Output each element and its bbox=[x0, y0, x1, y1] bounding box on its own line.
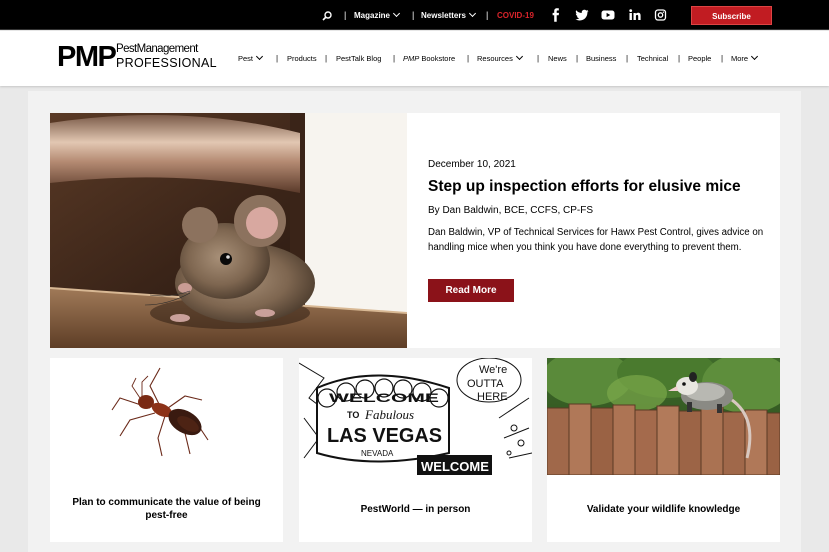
site-header: PMP PestManagement PROFESSIONAL Pest | P… bbox=[0, 31, 829, 86]
sign-las-vegas: LAS VEGAS bbox=[327, 425, 442, 447]
opossum-image bbox=[547, 358, 780, 475]
sign-nevada: NEVADA bbox=[361, 449, 394, 458]
separator: | bbox=[393, 54, 396, 63]
las-vegas-sign-image: We're OUTTA HERE WELCOME TO Fabulous LAS… bbox=[299, 358, 532, 475]
nav-more-label: More bbox=[731, 54, 749, 63]
nav-bookstore-pmp: PMP bbox=[403, 54, 420, 63]
bubble-text-2: OUTTA bbox=[467, 378, 504, 390]
facebook-icon[interactable] bbox=[549, 8, 563, 22]
nav-bookstore-label: Bookstore bbox=[419, 54, 456, 63]
top-bar: | Magazine | Newsletters | COVID-19 Subs… bbox=[0, 0, 829, 30]
article-card[interactable]: Plan to communicate the value of being p… bbox=[50, 358, 283, 542]
card-title[interactable]: PestWorld — in person bbox=[309, 503, 522, 516]
logo-short: PMP bbox=[57, 41, 117, 73]
separator: | bbox=[325, 54, 328, 63]
separator: | bbox=[486, 10, 489, 20]
nav-resources[interactable]: Resources bbox=[477, 52, 523, 64]
card-title[interactable]: Validate your wildlife knowledge bbox=[557, 503, 770, 516]
instagram-icon[interactable] bbox=[654, 8, 668, 22]
nav-business[interactable]: Business bbox=[586, 54, 616, 64]
separator: | bbox=[576, 54, 579, 63]
chevron-down-icon bbox=[751, 52, 759, 61]
article-byline: By Dan Baldwin, BCE, CCFS, CP-FS bbox=[428, 205, 594, 216]
separator: | bbox=[626, 54, 629, 63]
bubble-text-1: We're bbox=[479, 364, 507, 376]
separator: | bbox=[721, 54, 724, 63]
covid-link[interactable]: COVID-19 bbox=[497, 0, 534, 30]
bubble-text-3: HERE bbox=[477, 391, 508, 403]
logo-line2: PROFESSIONAL bbox=[116, 56, 217, 70]
card-title[interactable]: Plan to communicate the value of being p… bbox=[60, 496, 273, 522]
nav-bookstore[interactable]: PMP Bookstore bbox=[403, 54, 455, 64]
mouse-image[interactable] bbox=[50, 113, 407, 348]
nav-more[interactable]: More bbox=[731, 52, 759, 64]
separator: | bbox=[344, 10, 347, 20]
article-title[interactable]: Step up inspection efforts for elusive m… bbox=[428, 178, 741, 196]
newsletters-label: Newsletters bbox=[421, 11, 466, 20]
logo-line1: PestManagement bbox=[116, 43, 198, 55]
twitter-icon[interactable] bbox=[575, 8, 589, 22]
nav-news[interactable]: News bbox=[548, 54, 567, 64]
magazine-label: Magazine bbox=[354, 11, 391, 20]
nav-products[interactable]: Products bbox=[287, 54, 317, 64]
magazine-menu[interactable]: Magazine bbox=[354, 0, 401, 30]
nav-resources-label: Resources bbox=[477, 54, 513, 63]
chevron-down-icon bbox=[468, 9, 476, 18]
read-more-button[interactable]: Read More bbox=[428, 279, 514, 302]
newsletters-menu[interactable]: Newsletters bbox=[421, 0, 476, 30]
separator: | bbox=[537, 54, 540, 63]
nav-pesttalk-blog[interactable]: PestTalk Blog bbox=[336, 54, 381, 64]
nav-pest-label: Pest bbox=[238, 54, 254, 63]
nav-pest[interactable]: Pest bbox=[238, 52, 264, 64]
article-description: Dan Baldwin, VP of Technical Services fo… bbox=[428, 227, 764, 253]
separator: | bbox=[276, 54, 279, 63]
article-card[interactable]: We're OUTTA HERE WELCOME TO Fabulous LAS… bbox=[299, 358, 532, 542]
subscribe-button[interactable]: Subscribe bbox=[691, 6, 772, 25]
nav-people[interactable]: People bbox=[688, 54, 711, 64]
separator: | bbox=[467, 54, 470, 63]
separator: | bbox=[678, 54, 681, 63]
chevron-down-icon bbox=[392, 9, 401, 18]
sign-to: TO bbox=[347, 410, 359, 420]
youtube-icon[interactable] bbox=[601, 8, 615, 22]
ant-image bbox=[50, 358, 283, 475]
sign-welcome-2: WELCOME bbox=[421, 459, 489, 474]
chevron-down-icon bbox=[255, 52, 264, 61]
article-card[interactable]: Validate your wildlife knowledge bbox=[547, 358, 780, 542]
chevron-down-icon bbox=[515, 52, 523, 61]
nav-technical[interactable]: Technical bbox=[637, 54, 668, 64]
sign-fabulous: Fabulous bbox=[364, 407, 414, 422]
article-date: December 10, 2021 bbox=[428, 159, 516, 170]
separator: | bbox=[412, 10, 415, 20]
linkedin-icon[interactable] bbox=[628, 8, 642, 22]
sign-welcome: WELCOME bbox=[329, 391, 439, 405]
search-icon[interactable] bbox=[322, 11, 332, 21]
